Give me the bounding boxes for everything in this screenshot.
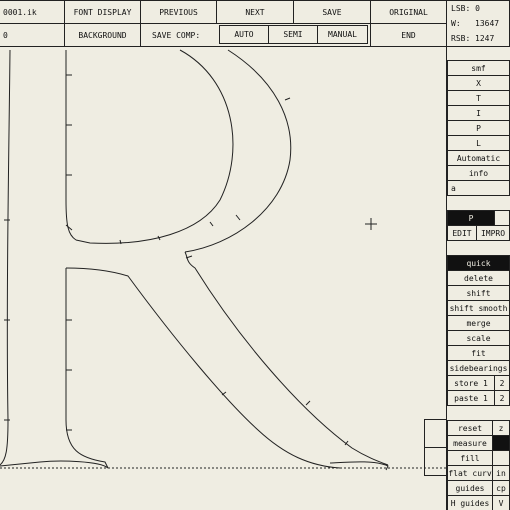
flat-curv-button[interactable]: flat curv — [447, 465, 493, 481]
previous-button[interactable]: PREVIOUS — [140, 0, 217, 24]
font-display-button[interactable]: FONT DISPLAY — [64, 0, 141, 24]
edit-button[interactable]: EDIT — [447, 225, 477, 241]
stem-outer-left — [0, 49, 11, 466]
automatic-button[interactable]: Automatic — [447, 150, 510, 166]
value-input[interactable]: a — [447, 180, 510, 196]
save-button[interactable]: SAVE — [293, 0, 371, 24]
paste-2-button[interactable]: 2 — [494, 390, 510, 406]
fill-button[interactable]: fill — [447, 450, 493, 466]
fill-alt-button[interactable] — [492, 450, 510, 466]
stem-lower-right — [65, 268, 109, 469]
rsb-value: 1247 — [475, 34, 495, 43]
bowl-outer — [184, 49, 292, 253]
bowl-inner — [75, 49, 234, 244]
l-button[interactable]: L — [447, 135, 510, 151]
file-name: 0001.ik — [0, 0, 65, 24]
shift-button[interactable]: shift — [447, 285, 510, 301]
scale-button[interactable]: scale — [447, 330, 510, 346]
metrics-panel: LSB: 0 W: 13647 RSB: 1247 — [446, 0, 510, 47]
info-button[interactable]: info — [447, 165, 510, 181]
width-value: 13647 — [475, 19, 500, 28]
leg-left-edge — [65, 267, 341, 469]
h-guides-button[interactable]: H guides — [447, 495, 493, 510]
end-button[interactable]: END — [370, 23, 447, 47]
file-field: 0 — [0, 23, 65, 47]
save-comp-auto-button[interactable]: AUTO — [219, 25, 269, 44]
background-button[interactable]: BACKGROUND — [64, 23, 141, 47]
serif-right — [329, 461, 389, 471]
v-guides-button[interactable]: V — [492, 495, 510, 510]
measure-button[interactable]: measure — [447, 435, 493, 451]
smf-button[interactable]: smf — [447, 60, 510, 76]
outline-ticks — [4, 74, 349, 446]
insert-button[interactable]: in — [492, 465, 510, 481]
leg-right-edge — [184, 251, 389, 466]
shift-smooth-button[interactable]: shift smooth — [447, 300, 510, 316]
next-button[interactable]: NEXT — [216, 0, 294, 24]
save-comp-manual-button[interactable]: MANUAL — [317, 25, 368, 44]
cp-button[interactable]: cp — [492, 480, 510, 496]
zoom-button[interactable]: z — [492, 420, 510, 436]
original-button[interactable]: ORIGINAL — [370, 0, 447, 24]
store-1-button[interactable]: store 1 — [447, 375, 495, 391]
x-button[interactable]: X — [447, 75, 510, 91]
reset-button[interactable]: reset — [447, 420, 493, 436]
save-comp-semi-button[interactable]: SEMI — [268, 25, 318, 44]
mode-p-button[interactable]: P — [447, 210, 495, 226]
rsb-label: RSB: — [451, 34, 471, 43]
measure-alt-button[interactable] — [492, 435, 510, 451]
merge-button[interactable]: merge — [447, 315, 510, 331]
p-button[interactable]: P — [447, 120, 510, 136]
fit-button[interactable]: fit — [447, 345, 510, 361]
crosshair-cursor-icon — [365, 218, 377, 230]
guides-button[interactable]: guides — [447, 480, 493, 496]
delete-button[interactable]: delete — [447, 270, 510, 286]
sidebearings-button[interactable]: sidebearings — [447, 360, 510, 376]
stem-inner-right — [65, 50, 77, 241]
mode-alt-button[interactable] — [494, 210, 510, 226]
i-button[interactable]: I — [447, 105, 510, 121]
width-label: W: — [451, 19, 461, 28]
t-button[interactable]: T — [447, 90, 510, 106]
quick-button[interactable]: quick — [447, 255, 510, 271]
paste-1-button[interactable]: paste 1 — [447, 390, 495, 406]
glyph-canvas[interactable] — [0, 47, 446, 510]
store-2-button[interactable]: 2 — [494, 375, 510, 391]
lsb-readout: LSB: 0 — [451, 4, 480, 13]
impro-button[interactable]: IMPRO — [476, 225, 510, 241]
serif-left — [0, 460, 109, 469]
